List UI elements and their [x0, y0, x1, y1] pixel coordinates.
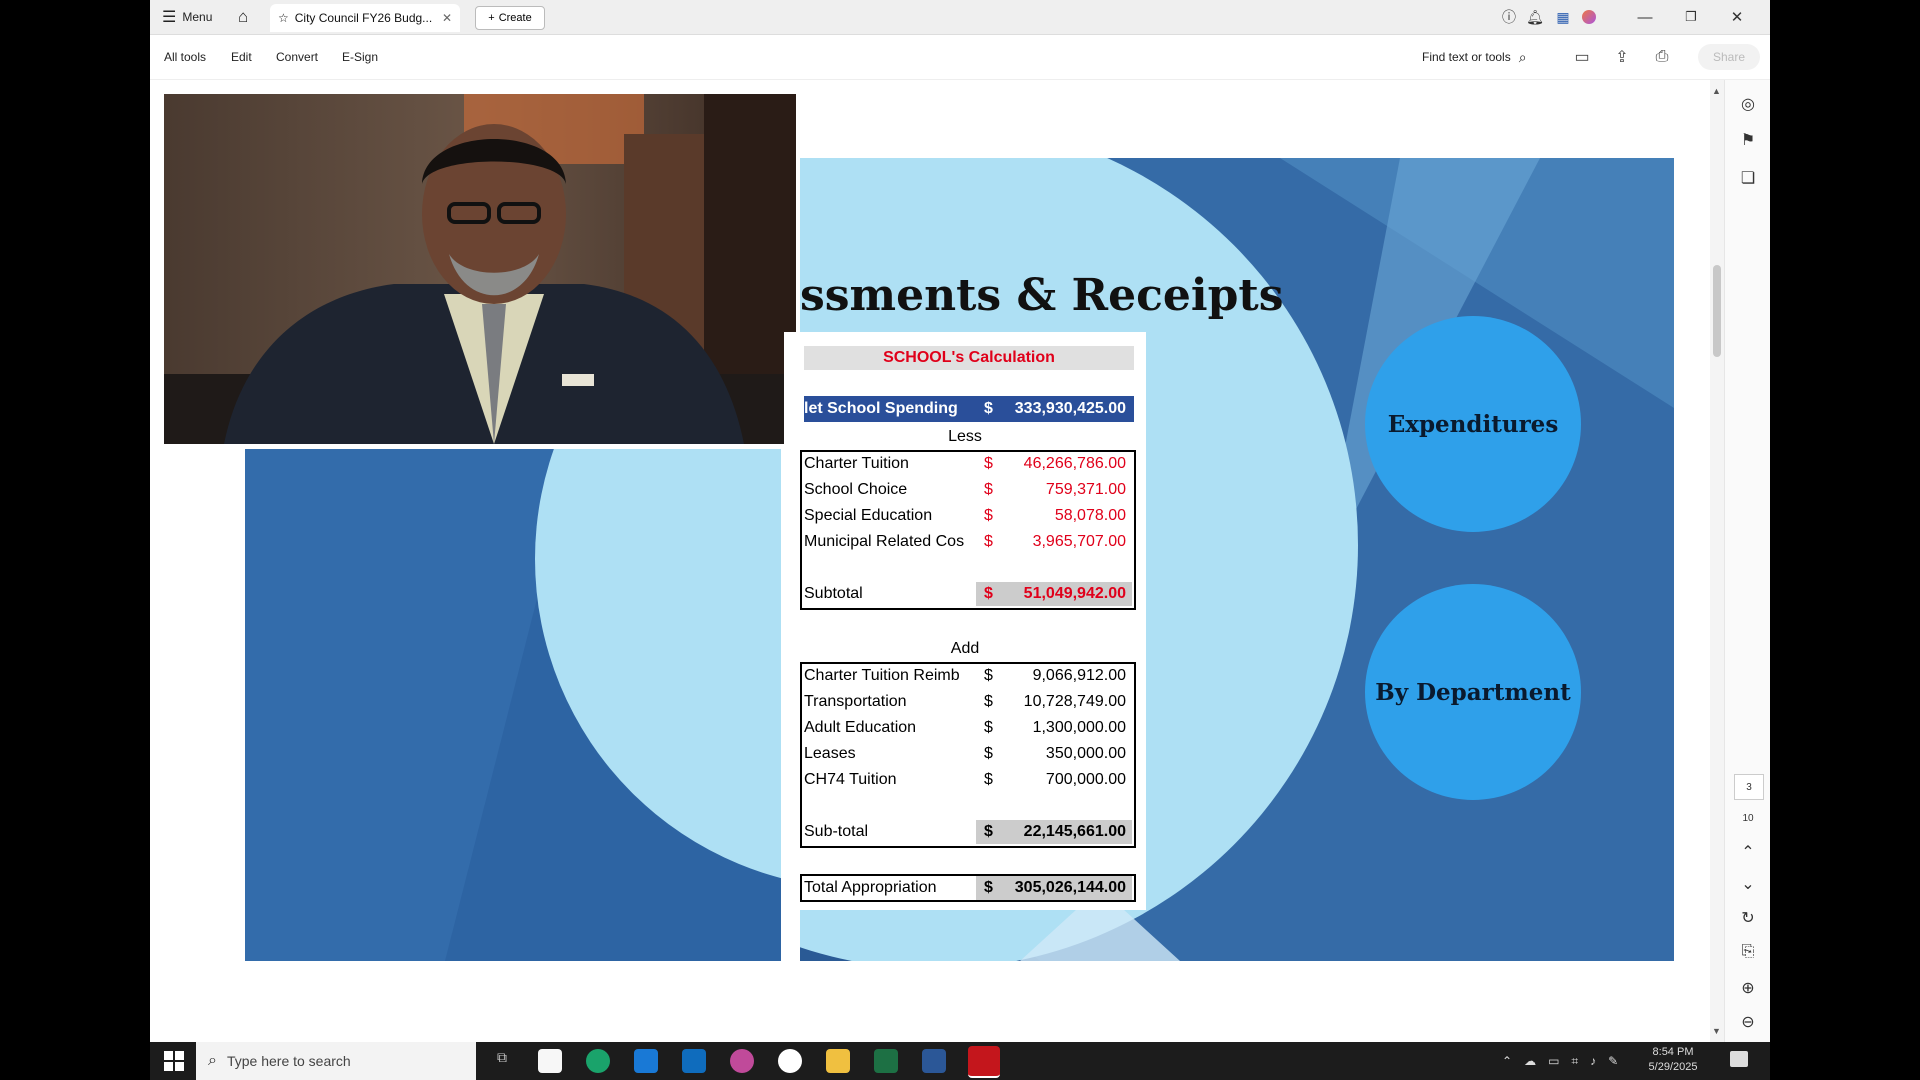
- star-icon[interactable]: ☆: [278, 11, 289, 25]
- clock[interactable]: 8:54 PM 5/29/2025: [1634, 1045, 1712, 1075]
- document-tab[interactable]: ☆ City Council FY26 Budg... ✕: [270, 4, 460, 32]
- total-pages: 10: [1742, 812, 1754, 824]
- slide-title: ssments & Receipts: [800, 270, 1284, 321]
- chevron-down-icon[interactable]: ⌄: [1736, 872, 1760, 896]
- add-label: Add: [950, 640, 980, 657]
- minimize-icon[interactable]: —: [1622, 0, 1668, 34]
- right-tool-panel: ◎ ⚑ ❏ 3 10 ⌃ ⌄ ↻ ⎘ ⊕ ⊖: [1724, 80, 1770, 1042]
- menu-edit[interactable]: Edit: [231, 35, 252, 79]
- battery-icon[interactable]: ▭: [1548, 1054, 1559, 1068]
- network-icon[interactable]: ⌗: [1571, 1054, 1578, 1069]
- share-button[interactable]: Share: [1698, 44, 1760, 70]
- volume-icon[interactable]: ♪: [1590, 1054, 1596, 1068]
- restore-icon[interactable]: ❐: [1668, 0, 1714, 34]
- sub-total-row: Sub-total $ 22,145,661.00: [800, 820, 1134, 844]
- vertical-scrollbar[interactable]: ▲ ▼: [1710, 80, 1724, 1042]
- bookmark-icon[interactable]: ⚑: [1736, 128, 1760, 152]
- notification-icon[interactable]: [1730, 1051, 1748, 1067]
- table-row: Adult Education $ 1,300,000.00: [804, 719, 1126, 736]
- find-tools[interactable]: Find text or tools ⌕: [1422, 35, 1527, 79]
- subtotal-row: Subtotal $ 51,049,942.00: [800, 582, 1134, 606]
- cloud-icon[interactable]: ☁: [1524, 1054, 1536, 1068]
- table-row: Charter Tuition $ 46,266,786.00: [804, 455, 1126, 472]
- print-icon[interactable]: ⎙: [1652, 47, 1672, 67]
- taskbar-search[interactable]: ⌕ Type here to search: [196, 1042, 476, 1080]
- chevron-up-icon[interactable]: ⌃: [1502, 1054, 1512, 1068]
- toolbar: All tools Edit Convert E-Sign Find text …: [150, 35, 1770, 80]
- search-icon: ⌕: [208, 1052, 217, 1069]
- close-window-icon[interactable]: ✕: [1714, 0, 1760, 34]
- file-explorer-icon[interactable]: [826, 1049, 850, 1073]
- plus-icon: +: [488, 12, 495, 24]
- zoom-out-icon[interactable]: ⊖: [1736, 1010, 1760, 1034]
- video-feed: [164, 94, 796, 444]
- chevron-up-icon[interactable]: ⌃: [1736, 840, 1760, 864]
- close-tab-icon[interactable]: ✕: [442, 11, 452, 25]
- home-icon[interactable]: ⌂: [238, 0, 248, 34]
- table-row: Leases $ 350,000.00: [804, 745, 1126, 762]
- windows-taskbar: ⌕ Type here to search ⧉ ⌃ ☁ ▭ ⌗ ♪ ✎ 8:54…: [150, 1042, 1770, 1080]
- windows-start-icon[interactable]: [164, 1051, 184, 1071]
- school-calculation-table: SCHOOL's Calculation let School Spending…: [784, 332, 1146, 910]
- refresh-icon[interactable]: ↻: [1736, 906, 1760, 930]
- edge-icon[interactable]: [586, 1049, 610, 1073]
- acrobat-window: ☰ Menu ⌂ ☆ City Council FY26 Budg... ✕ +…: [150, 0, 1770, 1080]
- expenditures-bubble[interactable]: Expenditures: [1365, 316, 1581, 532]
- system-tray[interactable]: ⌃ ☁ ▭ ⌗ ♪ ✎: [1502, 1042, 1618, 1080]
- avatar[interactable]: [1566, 0, 1612, 34]
- chat-icon[interactable]: [778, 1049, 802, 1073]
- table-row: Municipal Related Cos $ 3,965,707.00: [804, 533, 1126, 550]
- store-icon[interactable]: [538, 1049, 562, 1073]
- app-icon[interactable]: [730, 1049, 754, 1073]
- save-icon[interactable]: ▭: [1572, 47, 1592, 67]
- pen-icon[interactable]: ✎: [1608, 1054, 1618, 1068]
- table-row: Charter Tuition Reimb $ 9,066,912.00: [804, 667, 1126, 684]
- zoom-in-icon[interactable]: ⊕: [1736, 976, 1760, 1000]
- word-icon[interactable]: [922, 1049, 946, 1073]
- hamburger-icon: ☰: [162, 9, 177, 26]
- table-row: Transportation $ 10,728,749.00: [804, 693, 1126, 710]
- table-row: CH74 Tuition $ 700,000.00: [804, 771, 1126, 788]
- scroll-up-icon[interactable]: ▲: [1712, 86, 1721, 96]
- scroll-down-icon[interactable]: ▼: [1712, 1026, 1721, 1036]
- menu-esign[interactable]: E-Sign: [342, 35, 378, 79]
- table-row: School Choice $ 759,371.00: [804, 481, 1126, 498]
- title-bar: ☰ Menu ⌂ ☆ City Council FY26 Budg... ✕ +…: [150, 0, 1770, 35]
- excel-icon[interactable]: [874, 1049, 898, 1073]
- scrollbar-thumb[interactable]: [1713, 265, 1721, 357]
- less-label: Less: [948, 428, 982, 445]
- menu-all-tools[interactable]: All tools: [164, 35, 206, 79]
- search-icon: ⌕: [1518, 48, 1527, 65]
- table-header: SCHOOL's Calculation: [804, 346, 1134, 370]
- pages-icon[interactable]: ❏: [1736, 166, 1760, 190]
- upload-icon[interactable]: ⇪: [1612, 47, 1632, 67]
- menu-convert[interactable]: Convert: [276, 35, 318, 79]
- menu-button[interactable]: ☰ Menu: [162, 0, 212, 34]
- save-page-icon[interactable]: ⎘: [1736, 940, 1760, 964]
- outlook-icon[interactable]: [682, 1049, 706, 1073]
- mail-icon[interactable]: [634, 1049, 658, 1073]
- current-page[interactable]: 3: [1734, 774, 1764, 800]
- net-school-spending-row: let School Spending $ 333,930,425.00: [804, 396, 1134, 422]
- table-row: Special Education $ 58,078.00: [804, 507, 1126, 524]
- task-view-icon[interactable]: ⧉: [490, 1049, 514, 1073]
- acrobat-icon[interactable]: [968, 1046, 1000, 1078]
- total-appropriation-row: Total Appropriation $ 305,026,144.00: [800, 876, 1134, 900]
- by-department-bubble[interactable]: By Department: [1365, 584, 1581, 800]
- comment-icon[interactable]: ◎: [1736, 92, 1760, 116]
- create-button[interactable]: + Create: [475, 6, 545, 30]
- slide-background-left: [245, 449, 781, 961]
